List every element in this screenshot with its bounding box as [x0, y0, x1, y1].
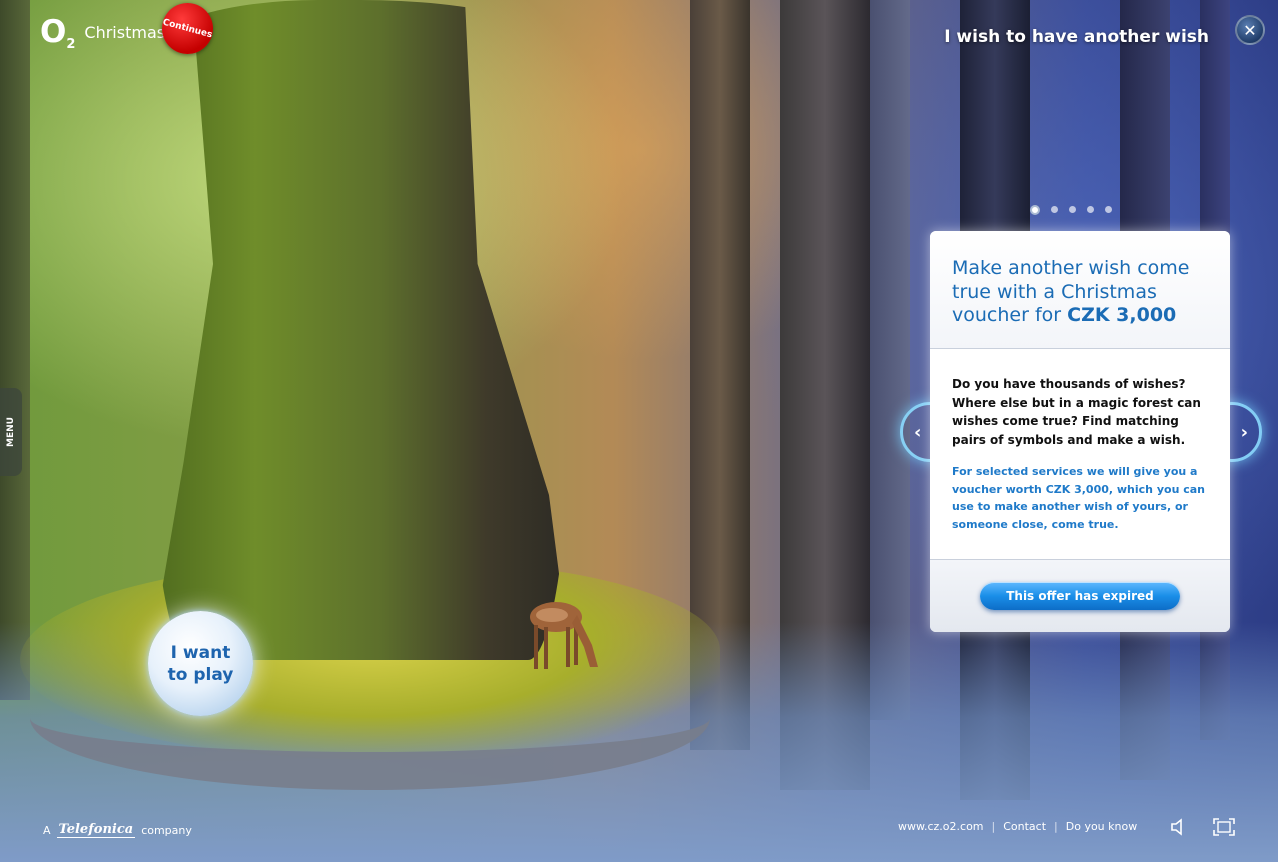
deer-illustration — [530, 602, 598, 669]
link-divider: | — [991, 820, 996, 833]
speaker-icon[interactable] — [1170, 818, 1186, 836]
telefonica-credit: A Telefonica company — [43, 822, 192, 838]
badge-label: Continues — [161, 17, 214, 40]
footer-links: www.cz.o2.com | Contact | Do you know — [898, 820, 1137, 833]
offer-heading: Make another wish come true with a Chris… — [952, 257, 1208, 328]
side-menu-tab[interactable]: MENU — [0, 388, 22, 476]
play-label: I want to play — [167, 642, 234, 685]
o2-christmas-logo[interactable]: O 2 Christmas — [40, 14, 166, 52]
offer-heading-amount: CZK 3,000 — [1067, 304, 1177, 326]
close-icon: ✕ — [1243, 20, 1257, 40]
offer-expired-button[interactable]: This offer has expired — [980, 582, 1180, 610]
logo-word: Christmas — [84, 23, 166, 42]
website-link[interactable]: www.cz.o2.com — [898, 820, 984, 833]
close-button[interactable]: ✕ — [1235, 15, 1265, 45]
pagination-dot[interactable] — [1105, 206, 1112, 213]
chevron-left-icon: ‹ — [914, 421, 922, 443]
contact-link[interactable]: Contact — [1003, 820, 1046, 833]
offer-note-text: For selected services we will give you a… — [952, 465, 1205, 531]
link-divider: | — [1054, 820, 1058, 833]
page-title: I wish to have another wish — [944, 27, 1209, 47]
offer-card-footer: This offer has expired — [930, 560, 1230, 632]
offer-card-header: Make another wish come true with a Chris… — [930, 231, 1230, 349]
offer-card: Make another wish come true with a Chris… — [930, 231, 1230, 632]
menu-label: MENU — [6, 417, 17, 447]
tree-trunk — [870, 0, 910, 720]
credit-suffix: company — [141, 823, 192, 837]
play-button[interactable]: I want to play — [148, 611, 253, 716]
fullscreen-icon[interactable] — [1213, 818, 1235, 836]
do-you-know-link[interactable]: Do you know — [1066, 820, 1137, 833]
offer-lead-text: Do you have thousands of wishes? Where e… — [952, 377, 1201, 447]
pagination-dot[interactable] — [1069, 206, 1076, 213]
logo-two: 2 — [66, 37, 76, 52]
telefonica-logo: Telefonica — [56, 822, 136, 838]
offer-card-body: Do you have thousands of wishes? Where e… — [930, 349, 1230, 560]
logo-o: O — [40, 14, 66, 50]
slide-pagination — [1030, 205, 1112, 215]
pagination-dot[interactable] — [1051, 206, 1058, 213]
chevron-right-icon: › — [1240, 421, 1248, 443]
pagination-dot[interactable] — [1030, 205, 1040, 215]
tree-trunk — [0, 0, 30, 700]
credit-prefix: A — [43, 823, 51, 837]
pagination-dot[interactable] — [1087, 206, 1094, 213]
